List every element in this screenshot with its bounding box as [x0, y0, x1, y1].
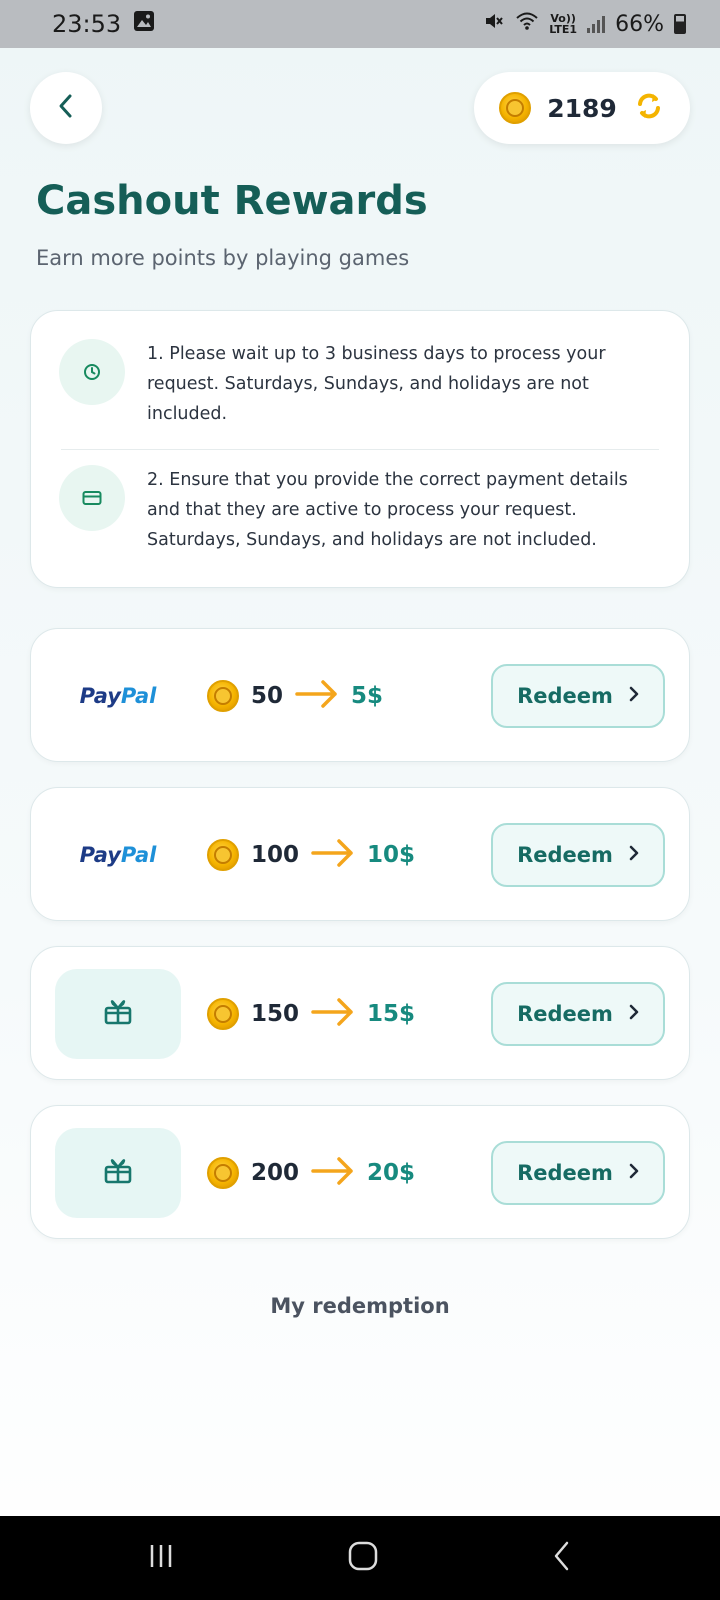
arrow-right-icon	[311, 838, 355, 872]
info-text: 1. Please wait up to 3 business days to …	[147, 344, 606, 424]
battery-icon	[674, 14, 686, 34]
coin-balance: 2189	[547, 93, 617, 123]
points-cost: 150	[251, 1001, 300, 1027]
reward-card: 150 15$ Redeem	[30, 946, 690, 1080]
network-indicator: Vo)) LTE1	[549, 13, 577, 35]
redeem-label: Redeem	[517, 843, 613, 867]
gift-card-icon	[103, 998, 133, 1030]
reward-card: PayPal 50 5$ Redeem	[30, 628, 690, 762]
battery-percent: 66%	[615, 11, 664, 37]
coin-icon	[207, 1157, 239, 1189]
recent-apps-icon[interactable]	[146, 1541, 176, 1575]
system-nav-bar	[0, 1516, 720, 1600]
gift-card-tile	[55, 969, 181, 1059]
exchange-rate: 150 15$	[207, 947, 415, 1081]
reward-card: 200 20$ Redeem	[30, 1105, 690, 1239]
chevron-right-icon	[629, 686, 639, 707]
coin-icon	[499, 92, 532, 124]
info-item: 1. Please wait up to 3 business days to …	[59, 339, 661, 429]
paypal-logo: PayPal	[79, 684, 157, 708]
image-notification-icon	[133, 10, 155, 38]
lte-label: LTE1	[549, 23, 578, 36]
exchange-rate: 50 5$	[207, 629, 383, 763]
points-cost: 100	[251, 842, 300, 868]
cash-amount: 5$	[351, 683, 384, 709]
signal-icon	[587, 15, 606, 33]
info-text: 2. Ensure that you provide the correct p…	[147, 470, 628, 550]
status-time: 23:53	[52, 10, 122, 38]
chevron-right-icon	[629, 1163, 639, 1184]
coin-icon	[207, 839, 239, 871]
divider	[61, 449, 659, 450]
mute-icon	[483, 10, 505, 38]
arrow-right-icon	[311, 997, 355, 1031]
credit-card-icon	[59, 465, 125, 531]
status-bar: 23:53 Vo)) LTE1 66%	[0, 0, 720, 48]
system-back-icon[interactable]	[550, 1540, 574, 1576]
clock-icon	[59, 339, 125, 405]
paypal-logo: PayPal	[79, 843, 157, 867]
gift-card-icon	[103, 1157, 133, 1189]
exchange-rate: 100 10$	[207, 788, 415, 922]
chevron-right-icon	[629, 845, 639, 866]
redeem-button[interactable]: Redeem	[491, 1141, 665, 1205]
page-subtitle: Earn more points by playing games	[36, 246, 410, 270]
coin-icon	[207, 680, 239, 712]
redeem-button[interactable]: Redeem	[491, 823, 665, 887]
gift-card-tile	[55, 1128, 181, 1218]
arrow-right-icon	[295, 679, 339, 713]
arrow-right-icon	[311, 1156, 355, 1190]
coin-balance-pill[interactable]: 2189	[474, 72, 690, 144]
chevron-right-icon	[629, 1004, 639, 1025]
coin-icon	[207, 998, 239, 1030]
cash-amount: 10$	[367, 842, 416, 868]
back-button[interactable]	[30, 72, 102, 144]
info-item: 2. Ensure that you provide the correct p…	[59, 465, 661, 555]
points-cost: 200	[251, 1160, 300, 1186]
redeem-label: Redeem	[517, 1161, 613, 1185]
points-cost: 50	[251, 683, 284, 709]
page-title: Cashout Rewards	[36, 178, 428, 224]
my-redemption-link[interactable]: My redemption	[0, 1294, 720, 1318]
wifi-icon	[515, 11, 539, 37]
redeem-label: Redeem	[517, 684, 613, 708]
info-card: 1. Please wait up to 3 business days to …	[30, 310, 690, 588]
cash-amount: 15$	[367, 1001, 416, 1027]
redeem-label: Redeem	[517, 1002, 613, 1026]
chevron-left-icon	[55, 93, 77, 123]
home-icon[interactable]	[347, 1540, 379, 1576]
redeem-button[interactable]: Redeem	[491, 664, 665, 728]
redeem-button[interactable]: Redeem	[491, 982, 665, 1046]
reward-card: PayPal 100 10$ Redeem	[30, 787, 690, 921]
exchange-rate: 200 20$	[207, 1106, 415, 1240]
cash-amount: 20$	[367, 1160, 416, 1186]
refresh-icon[interactable]	[633, 90, 665, 126]
